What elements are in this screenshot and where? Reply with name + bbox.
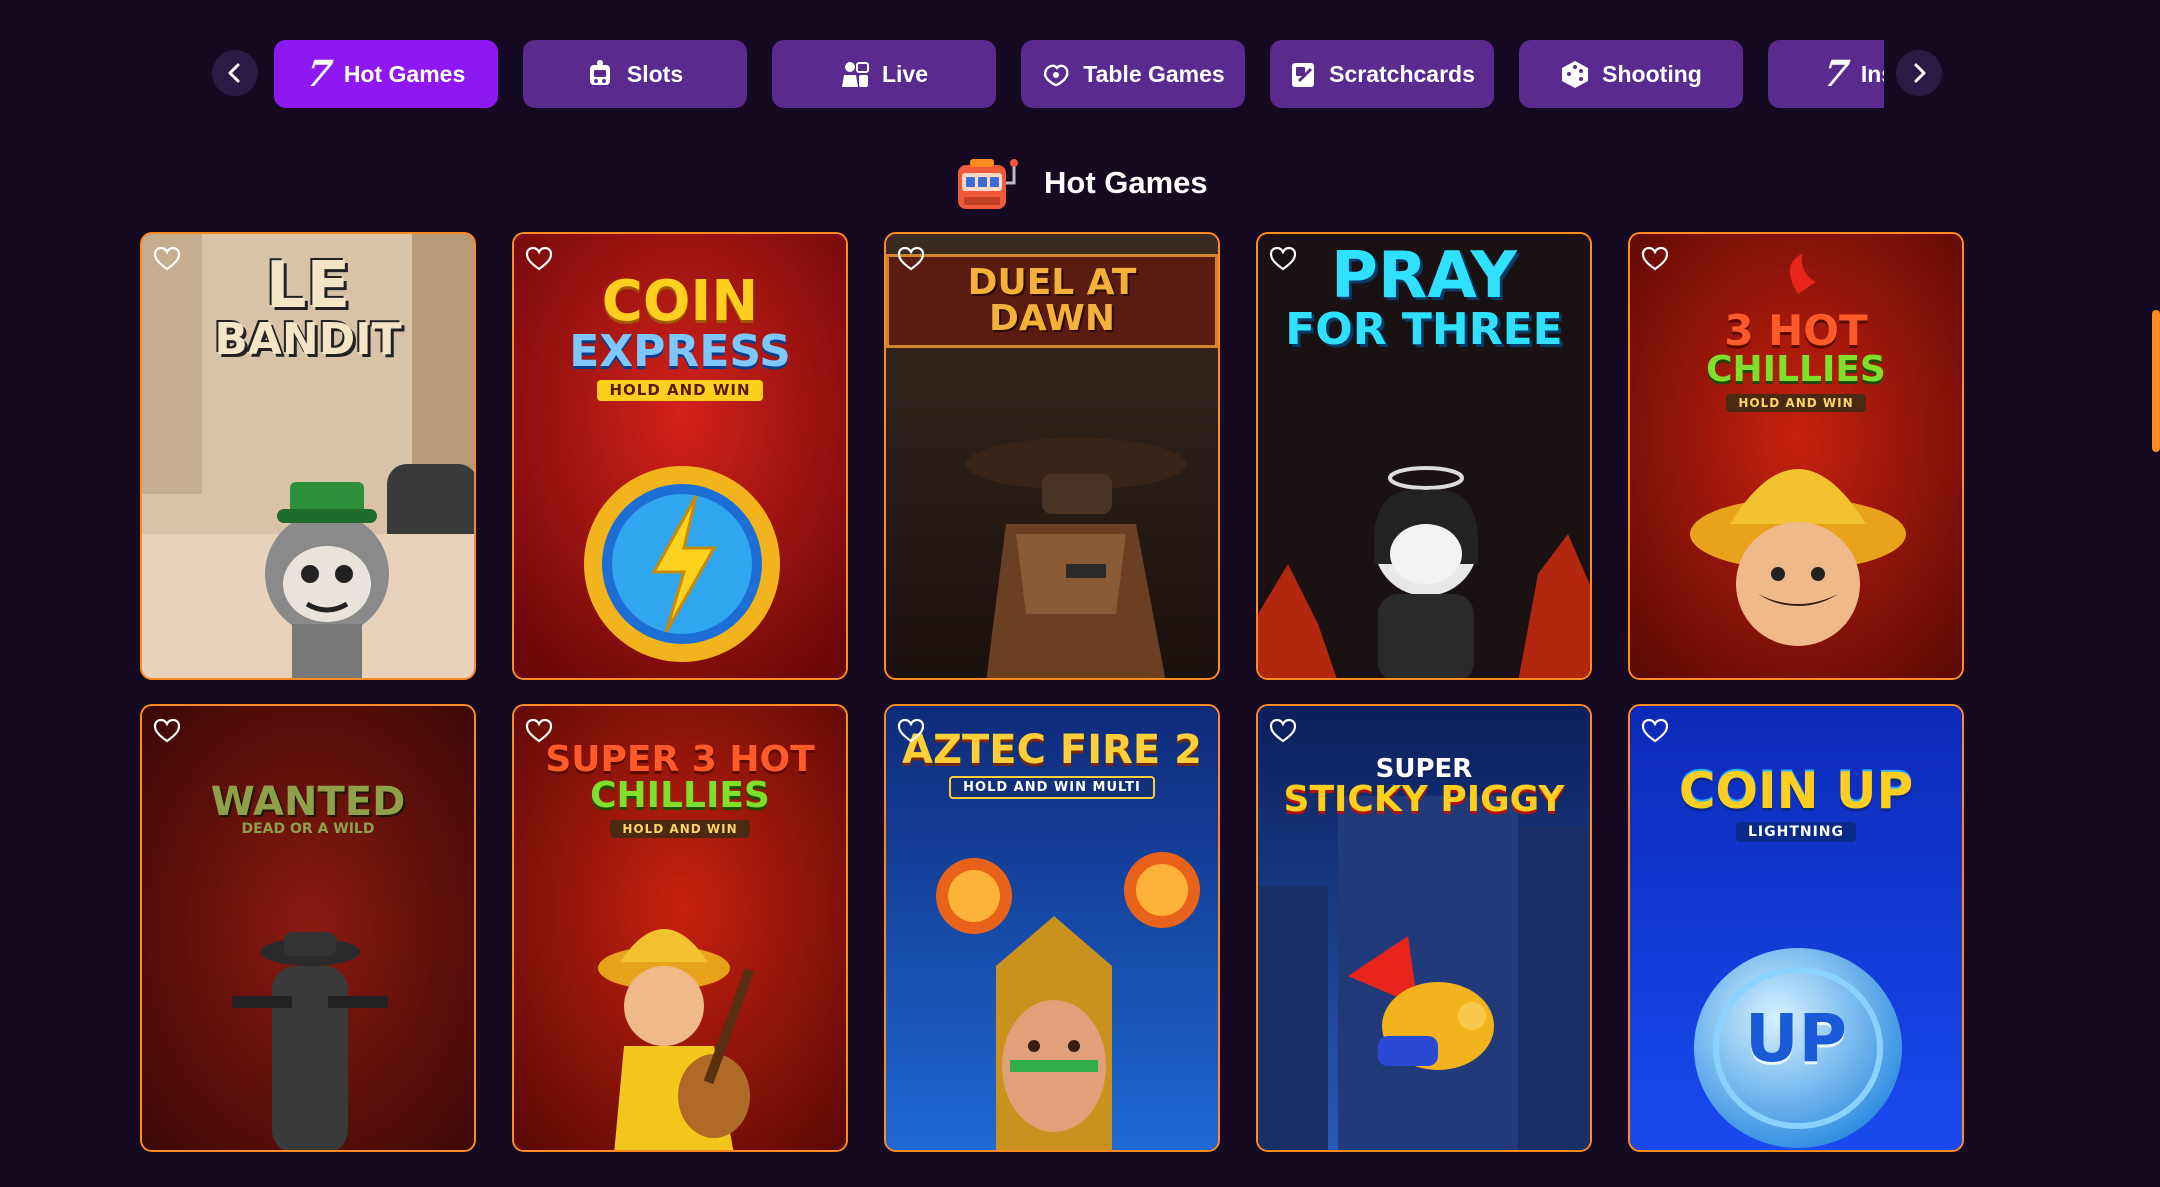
heart-icon: [525, 246, 553, 271]
heart-icon: [525, 718, 553, 743]
tab-label: Scratchcards: [1329, 60, 1475, 87]
favorite-button[interactable]: [1638, 242, 1672, 276]
game-logo: WANTED DEAD OR A WILD: [210, 779, 406, 837]
game-logo: SUPER STICKY PIGGY: [1283, 754, 1565, 820]
heart-icon: [153, 718, 181, 743]
tabs-strip: 7 Hot Games Slots Live Table Games Scrat…: [274, 40, 1884, 110]
chevron-left-icon: [228, 63, 240, 83]
tab-table-games[interactable]: Table Games: [1021, 40, 1245, 108]
favorite-button[interactable]: [522, 714, 556, 748]
game-card-coin-up-lightning[interactable]: COIN UP LIGHTNING UP: [1628, 704, 1964, 1152]
heart-icon: [897, 718, 925, 743]
game-card-coin-express[interactable]: COIN EXPRESS HOLD AND WIN: [512, 232, 848, 680]
favorite-button[interactable]: [522, 242, 556, 276]
live-dealer-icon: [841, 62, 869, 87]
tab-instant[interactable]: 7 Instant: [1768, 40, 1884, 108]
game-thumbnail: [142, 706, 474, 1150]
tab-hot-games[interactable]: 7 Hot Games: [274, 40, 498, 108]
tab-live[interactable]: Live: [772, 40, 996, 108]
game-logo: COIN EXPRESS HOLD AND WIN: [569, 269, 791, 401]
game-card-3-hot-chillies[interactable]: 3 HOT CHILLIES HOLD AND WIN: [1628, 232, 1964, 680]
game-thumbnail: [1630, 234, 1962, 678]
slot-machine-icon: [589, 60, 610, 85]
game-logo: LE BANDIT: [214, 249, 402, 365]
chevron-right-icon: [1914, 63, 1926, 83]
tab-slots[interactable]: Slots: [523, 40, 747, 108]
game-logo: DUEL AT DAWN: [886, 254, 1218, 348]
section-title: Hot Games: [1044, 165, 1208, 200]
heart-icon: [1641, 718, 1669, 743]
slot-machine-icon: [958, 159, 1018, 209]
coin-up-coin-text: UP: [1745, 1000, 1847, 1077]
favorite-button[interactable]: [1638, 714, 1672, 748]
game-logo: AZTEC FIRE 2 HOLD AND WIN MULTI: [886, 730, 1218, 799]
game-card-pray-for-three[interactable]: PRAY FOR THREE: [1256, 232, 1592, 680]
favorite-button[interactable]: [150, 242, 184, 276]
cards-icon: [1044, 64, 1069, 87]
dice-icon: [1562, 61, 1589, 88]
nav-next-button[interactable]: [1896, 50, 1942, 96]
heart-icon: [1269, 246, 1297, 271]
section-heading: Hot Games: [948, 150, 1208, 216]
favorite-button[interactable]: [150, 714, 184, 748]
tab-shooting[interactable]: Shooting: [1519, 40, 1743, 108]
game-card-wanted-dead-or-a-wild[interactable]: WANTED DEAD OR A WILD: [140, 704, 476, 1152]
favorite-button[interactable]: [1266, 714, 1300, 748]
game-card-super-sticky-piggy[interactable]: SUPER STICKY PIGGY: [1256, 704, 1592, 1152]
seven-icon: 7: [1820, 53, 1852, 95]
game-card-aztec-fire-2[interactable]: AZTEC FIRE 2 HOLD AND WIN MULTI: [884, 704, 1220, 1152]
favorite-button[interactable]: [894, 714, 928, 748]
tab-label: Instant: [1860, 60, 1884, 87]
game-card-le-bandit[interactable]: LE BANDIT: [140, 232, 476, 680]
game-card-super-3-hot-chillies[interactable]: SUPER 3 HOT CHILLIES HOLD AND WIN: [512, 704, 848, 1152]
tab-label: Table Games: [1083, 60, 1225, 87]
nav-prev-button[interactable]: [212, 50, 258, 96]
page-scrollbar-thumb[interactable]: [2152, 310, 2160, 452]
favorite-button[interactable]: [1266, 242, 1300, 276]
favorite-button[interactable]: [894, 242, 928, 276]
game-logo: 3 HOT CHILLIES HOLD AND WIN: [1706, 306, 1886, 412]
heart-icon: [153, 246, 181, 271]
heart-icon: [1269, 718, 1297, 743]
tab-label: Hot Games: [343, 60, 466, 87]
seven-icon: 7: [303, 53, 335, 95]
game-logo: COIN UP LIGHTNING: [1678, 762, 1914, 842]
heart-icon: [1641, 246, 1669, 271]
heart-icon: [897, 246, 925, 271]
tab-label: Live: [881, 60, 929, 87]
category-nav: 7 Hot Games Slots Live Table Games Scrat…: [212, 40, 1942, 110]
game-card-duel-at-dawn[interactable]: DUEL AT DAWN: [884, 232, 1220, 680]
game-logo: SUPER 3 HOT CHILLIES HOLD AND WIN: [545, 739, 815, 838]
tab-label: Slots: [626, 60, 684, 87]
tab-scratchcards[interactable]: Scratchcards: [1270, 40, 1494, 108]
game-logo: PRAY FOR THREE: [1285, 239, 1563, 355]
scratchcard-icon: [1292, 63, 1315, 87]
tab-label: Shooting: [1602, 60, 1702, 87]
